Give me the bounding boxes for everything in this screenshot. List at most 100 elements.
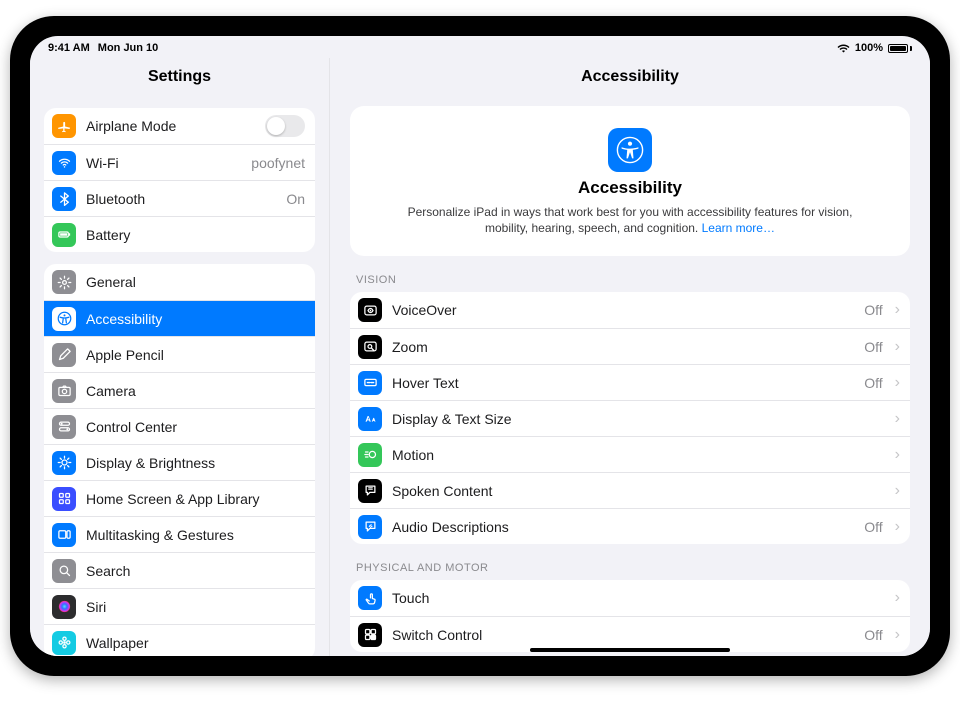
sidebar-item-label: Siri <box>86 599 305 615</box>
sidebar-item-siri[interactable]: Siri <box>44 588 315 624</box>
sidebar-item-airplane-mode[interactable]: Airplane Mode <box>44 108 315 144</box>
battery-icon <box>52 223 76 247</box>
sidebar-item-control-center[interactable]: Control Center <box>44 408 315 444</box>
setting-row-label: Switch Control <box>392 627 854 643</box>
sidebar-item-label: Airplane Mode <box>86 118 255 134</box>
setting-row-value: Off <box>864 519 882 535</box>
setting-row-label: Audio Descriptions <box>392 519 854 535</box>
setting-row-label: Zoom <box>392 339 854 355</box>
accessibility-hero-icon <box>608 128 652 172</box>
bluetooth-icon <box>52 187 76 211</box>
sidebar-item-label: Wi-Fi <box>86 155 241 171</box>
control-center-icon <box>52 415 76 439</box>
status-bar: 9:41 AM Mon Jun 10 100% <box>30 36 930 58</box>
sidebar-item-wallpaper[interactable]: Wallpaper <box>44 624 315 656</box>
setting-row-label: Display & Text Size <box>392 411 873 427</box>
hero-card: Accessibility Personalize iPad in ways t… <box>350 106 910 256</box>
sidebar: Settings Airplane Mode Wi-Fi poofynet Bluet… <box>30 58 330 656</box>
touch-icon <box>358 586 382 610</box>
sidebar-item-search[interactable]: Search <box>44 552 315 588</box>
chevron-right-icon: › <box>893 447 900 463</box>
chevron-right-icon: › <box>893 339 900 355</box>
chevron-right-icon: › <box>893 302 900 318</box>
spoken-content-icon <box>358 479 382 503</box>
setting-row-value: Off <box>864 627 882 643</box>
setting-row-label: Hover Text <box>392 375 854 391</box>
status-time: 9:41 AM <box>48 42 90 54</box>
setting-row-spoken-content[interactable]: Spoken Content› <box>350 472 910 508</box>
wallpaper-icon <box>52 631 76 655</box>
battery-percent: 100% <box>855 42 883 54</box>
sidebar-item-value: poofynet <box>251 155 305 171</box>
airplane-mode-toggle[interactable] <box>265 115 305 137</box>
learn-more-link[interactable]: Learn more… <box>702 221 775 235</box>
chevron-right-icon: › <box>893 590 900 606</box>
battery-icon <box>888 44 912 53</box>
setting-row-label: Motion <box>392 447 873 463</box>
section-label: Vision <box>356 274 904 286</box>
switch-control-icon <box>358 623 382 647</box>
sidebar-item-camera[interactable]: Camera <box>44 372 315 408</box>
sidebar-title: Settings <box>30 58 329 96</box>
section-label: Physical and Motor <box>356 562 904 574</box>
sidebar-item-display-brightness[interactable]: Display & Brightness <box>44 444 315 480</box>
setting-row-motion[interactable]: Motion › <box>350 436 910 472</box>
ipad-frame: 9:41 AM Mon Jun 10 100% Settings Airplan… <box>10 16 950 676</box>
status-date: Mon Jun 10 <box>98 42 159 54</box>
hover-text-icon <box>358 371 382 395</box>
chevron-right-icon: › <box>893 519 900 535</box>
sidebar-item-home-screen-app-library[interactable]: Home Screen & App Library <box>44 480 315 516</box>
main-title: Accessibility <box>330 58 930 96</box>
setting-row-zoom[interactable]: Zoom Off › <box>350 328 910 364</box>
camera-icon <box>52 379 76 403</box>
sidebar-group: Airplane Mode Wi-Fi poofynet BluetoothOn Bat… <box>44 108 315 252</box>
sidebar-item-label: Camera <box>86 383 305 399</box>
sidebar-item-value: On <box>286 191 305 207</box>
split-content: Settings Airplane Mode Wi-Fi poofynet Bluet… <box>30 58 930 656</box>
sidebar-group: General Accessibility Apple Pencil Camera Co… <box>44 264 315 656</box>
sidebar-item-apple-pencil[interactable]: Apple Pencil <box>44 336 315 372</box>
section-panel: Touch› Switch Control Off › <box>350 580 910 652</box>
sidebar-item-label: Accessibility <box>86 311 305 327</box>
setting-row-label: VoiceOver <box>392 302 854 318</box>
setting-row-value: Off <box>864 339 882 355</box>
sidebar-item-label: Wallpaper <box>86 635 305 651</box>
chevron-right-icon: › <box>893 411 900 427</box>
setting-row-voiceover[interactable]: VoiceOver Off › <box>350 292 910 328</box>
airplane-mode-icon <box>52 114 76 138</box>
chevron-right-icon: › <box>893 375 900 391</box>
sidebar-item-accessibility[interactable]: Accessibility <box>44 300 315 336</box>
home-indicator[interactable] <box>530 648 730 652</box>
setting-row-audio-descriptions[interactable]: Audio Descriptions Off › <box>350 508 910 544</box>
search-icon <box>52 559 76 583</box>
setting-row-switch-control[interactable]: Switch Control Off › <box>350 616 910 652</box>
setting-row-display-text-size[interactable]: Display & Text Size › <box>350 400 910 436</box>
sidebar-item-battery[interactable]: Battery <box>44 216 315 252</box>
sidebar-item-wifi[interactable]: Wi-Fi poofynet <box>44 144 315 180</box>
main-pane: Accessibility Accessibility Personalize … <box>330 58 930 656</box>
wifi-status-icon <box>837 44 850 53</box>
setting-row-value: Off <box>864 302 882 318</box>
apple-pencil-icon <box>52 343 76 367</box>
sidebar-item-general[interactable]: General <box>44 264 315 300</box>
sidebar-scroll[interactable]: Airplane Mode Wi-Fi poofynet BluetoothOn Bat… <box>30 96 329 656</box>
setting-row-touch[interactable]: Touch› <box>350 580 910 616</box>
sidebar-item-label: Display & Brightness <box>86 455 305 471</box>
main-scroll[interactable]: Accessibility Personalize iPad in ways t… <box>330 96 930 656</box>
display-text-size-icon <box>358 407 382 431</box>
audio-descriptions-icon <box>358 515 382 539</box>
setting-row-hover-text[interactable]: Hover Text Off › <box>350 364 910 400</box>
home-screen-app-library-icon <box>52 487 76 511</box>
sidebar-item-label: General <box>86 274 305 290</box>
setting-row-value: Off <box>864 375 882 391</box>
sidebar-item-label: Apple Pencil <box>86 347 305 363</box>
sidebar-item-label: Home Screen & App Library <box>86 491 305 507</box>
hero-title: Accessibility <box>386 178 874 198</box>
sidebar-item-bluetooth[interactable]: BluetoothOn <box>44 180 315 216</box>
chevron-right-icon: › <box>893 627 900 643</box>
sidebar-item-multitasking-gestures[interactable]: Multitasking & Gestures <box>44 516 315 552</box>
sidebar-item-label: Battery <box>86 227 305 243</box>
hero-text: Personalize iPad in ways that work best … <box>386 204 874 236</box>
sidebar-item-label: Control Center <box>86 419 305 435</box>
setting-row-label: Spoken Content <box>392 483 873 499</box>
